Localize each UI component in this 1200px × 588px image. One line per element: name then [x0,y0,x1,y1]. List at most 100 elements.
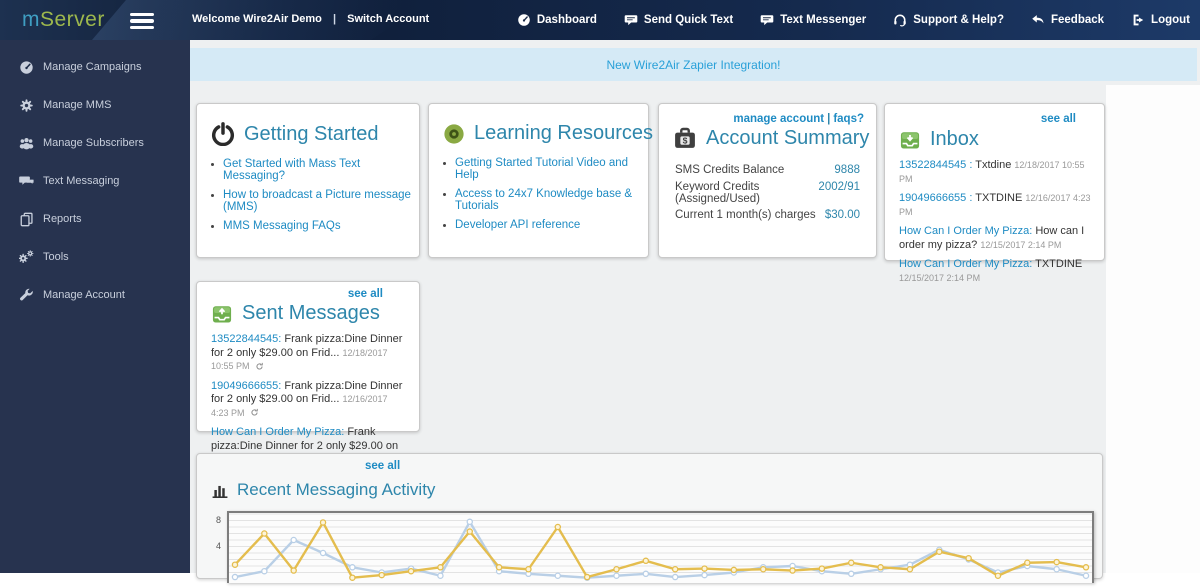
getting-started-links: Get Started with Mass Text Messaging? Ho… [223,158,419,232]
welcome-text: Welcome Wire2Air Demo | Switch Account [192,13,429,25]
outbox-tray-icon [211,303,233,325]
sidebar-item[interactable]: Text Messaging [0,162,190,200]
sidebar-item[interactable]: Tools [0,238,190,276]
chat-bubble-icon [624,13,638,27]
y-axis-tick-label: 8 [215,515,221,525]
card-link-item: MMS Messaging FAQs [223,220,419,232]
account-row-value: 9888 [834,164,860,176]
separator: | [332,13,337,25]
nav-item[interactable]: Send Quick Text [624,13,733,27]
wrench-icon [18,288,34,303]
account-summary-row: Current 1 month(s) charges $30.00 [659,209,876,221]
sidebar-item[interactable]: Manage Account [0,276,190,314]
zapier-integration-link[interactable]: New Wire2Air Zapier Integration! [606,58,780,72]
sidebar-menu: Manage Campaigns Manage MMS Manage Subsc… [0,40,190,314]
nav-item[interactable]: Text Messenger [760,13,866,27]
sidebar-item[interactable]: Manage MMS [0,86,190,124]
message-sender-link[interactable]: How Can I Order My Pizza: [899,225,1032,237]
card-link-item: How to broadcast a Picture message (MMS) [223,189,419,213]
resend-icon[interactable] [255,362,264,371]
message-body: TXTDINE [1035,258,1083,270]
sidebar-item-label: Text Messaging [43,175,120,187]
separator: | [827,113,831,125]
chat-bubble-icon [760,13,774,27]
nav-item[interactable]: Dashboard [517,13,597,27]
switch-account-link[interactable]: Switch Account [347,13,429,25]
help-link[interactable]: Get Started with Mass Text Messaging? [223,158,360,182]
headset-icon [893,13,907,27]
sidebar-item[interactable]: Manage Subscribers [0,124,190,162]
nav-item[interactable]: Support & Help? [893,13,1004,27]
nav-item[interactable]: Logout [1131,13,1190,27]
app-logo[interactable]: mServer [22,8,105,32]
sidebar-item-label: Manage Account [43,289,125,301]
inbox-message: 13522844545 : Txtdine 12/18/2017 10:55 P… [899,159,1092,186]
dashboard-gauge-icon [18,60,34,75]
logo-suffix: Server [40,8,105,31]
users-icon [18,136,34,151]
dashboard-gauge-icon [517,13,531,27]
right-margin [1106,85,1200,573]
card-title: Sent Messages [242,302,380,324]
briefcase-dollar-icon [673,126,697,150]
resend-icon[interactable] [250,408,259,417]
message-recipient-link[interactable]: 13522844545: [211,333,281,345]
reply-arrow-icon [1031,13,1045,27]
account-row-label: SMS Credits Balance [675,164,785,176]
manage-account-link[interactable]: manage account [733,113,824,125]
account-summary-card: manage account | faqs? Account Summary SMS… [658,103,877,258]
message-recipient-link[interactable]: How Can I Order My Pizza: [211,426,344,438]
message-sender-link[interactable]: 19049666655 : [899,192,972,204]
message-sender-link[interactable]: How Can I Order My Pizza: [899,258,1032,270]
tools-icon [18,250,34,265]
card-title: Inbox [930,128,979,150]
inbox-message-list: 13522844545 : Txtdine 12/18/2017 10:55 P… [885,159,1104,285]
card-link-item: Developer API reference [455,219,648,231]
disc-icon [443,123,465,145]
account-row-label: Keyword Credits (Assigned/Used) [675,180,761,205]
account-links: manage account | faqs? [733,113,864,125]
inbox-message: How Can I Order My Pizza: TXTDINE 12/15/… [899,258,1092,285]
announcement-banner: New Wire2Air Zapier Integration! [190,48,1197,81]
help-link[interactable]: Getting Started Tutorial Video and Help [455,157,628,181]
sidebar-item-label: Manage Subscribers [43,137,144,149]
sidebar-item[interactable]: Reports [0,200,190,238]
card-link-item: Get Started with Mass Text Messaging? [223,158,419,182]
nav-item-label: Feedback [1050,14,1105,26]
sidebar-item-label: Manage Campaigns [43,61,142,73]
faqs-link[interactable]: faqs? [833,113,864,125]
message-timestamp: 12/15/2017 2:14 PM [899,272,981,283]
sidebar-item-label: Reports [43,213,82,225]
sidebar-item-label: Manage MMS [43,99,112,111]
menu-toggle-icon[interactable] [130,13,154,32]
power-icon [211,122,235,146]
message-timestamp: 12/15/2017 2:14 PM [980,239,1062,250]
help-link[interactable]: How to broadcast a Picture message (MMS) [223,189,411,213]
see-all-link[interactable]: see all [348,288,383,300]
help-link[interactable]: MMS Messaging FAQs [223,220,341,232]
account-row-label: Current 1 month(s) charges [675,209,816,221]
help-link[interactable]: Developer API reference [455,219,580,231]
sent-message: 13522844545: Frank pizza:Dine Dinner for… [211,333,407,374]
getting-started-card: Getting Started Get Started with Mass Te… [196,103,420,258]
sent-message-list: 13522844545: Frank pizza:Dine Dinner for… [197,333,419,467]
message-sender-link[interactable]: 13522844545 : [899,159,972,171]
sent-message: 19049666655: Frank pizza:Dine Dinner for… [211,380,407,421]
see-all-link[interactable]: see all [365,460,400,472]
sidebar-item[interactable]: Manage Campaigns [0,48,190,86]
logout-icon [1131,13,1145,27]
learning-resources-links: Getting Started Tutorial Video and Help … [455,157,648,231]
nav-item-label: Dashboard [536,14,597,26]
message-body: TXTDINE [975,192,1023,204]
see-all-link[interactable]: see all [1041,113,1076,125]
message-recipient-link[interactable]: 19049666655: [211,380,281,392]
card-title: Learning Resources [474,122,653,144]
reports-icon [18,212,34,227]
welcome-label: Welcome Wire2Air Demo [192,13,322,25]
message-body: Txtdine [975,159,1012,171]
activity-chart [227,511,1094,583]
sent-messages-card: see all Sent Messages 13522844545: Frank… [196,281,420,465]
learning-resources-card: Learning Resources Getting Started Tutor… [428,103,653,258]
nav-item[interactable]: Feedback [1031,13,1104,27]
help-link[interactable]: Access to 24x7 Knowledge base & Tutorial… [455,188,632,212]
